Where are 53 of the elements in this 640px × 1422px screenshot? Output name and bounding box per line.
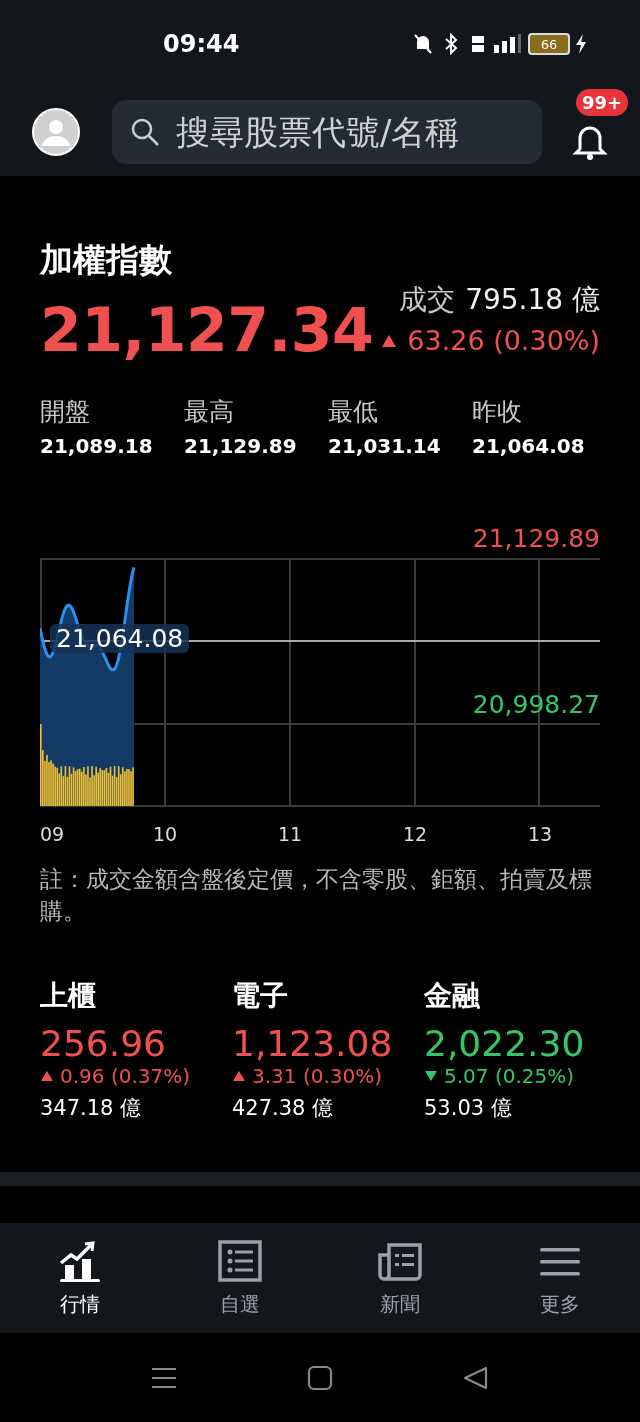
down-triangle-icon [424, 1070, 438, 1083]
notification-badge: 99+ [576, 89, 629, 116]
stat-label: 最高 [184, 396, 235, 428]
up-triangle-icon [381, 333, 398, 348]
nav-tab[interactable]: 自選 [160, 1223, 320, 1333]
back-icon[interactable] [463, 1364, 489, 1391]
hour-label: 10 [152, 823, 178, 845]
index-name: 加權指數 [40, 239, 173, 281]
sub-index-volume: 427.38 億 [232, 1095, 335, 1123]
low-price-label: 20,998.27 [472, 690, 600, 719]
sub-index-change: 3.31 (0.30%) [252, 1064, 383, 1089]
sub-index-price: 1,123.08 [232, 1023, 394, 1065]
stat-value: 21,089.18 [40, 434, 154, 458]
nav-tab[interactable]: 行情 [0, 1223, 160, 1333]
high-price-label: 21,129.89 [471, 524, 600, 555]
hour-label: 12 [402, 823, 428, 845]
stat-value: 21,129.89 [184, 434, 298, 458]
avatar-icon[interactable] [32, 108, 80, 156]
sub-index-volume: 53.03 億 [424, 1095, 513, 1123]
home-icon[interactable] [307, 1364, 333, 1391]
sub-index-change: 5.07 (0.25%) [444, 1064, 575, 1089]
chart-icon [57, 1238, 103, 1285]
sub-index-volume: 347.18 億 [40, 1095, 143, 1123]
stat-label: 昨收 [472, 396, 523, 428]
reference-price-label: 21,064.08 [50, 624, 190, 653]
hour-label: 11 [277, 823, 303, 845]
search-field[interactable]: 搜尋股票代號/名稱 [112, 100, 542, 164]
stat-label: 開盤 [40, 396, 91, 428]
sub-index-name: 金融 [424, 978, 481, 1015]
sub-index-name: 上櫃 [40, 978, 97, 1015]
up-triangle-icon [40, 1070, 54, 1083]
charging-icon [574, 33, 588, 55]
stat-label: 最低 [328, 396, 379, 428]
hour-label: 13 [527, 823, 553, 845]
status-time: 09:44 [163, 30, 240, 58]
volume-label: 成交 [399, 282, 456, 318]
search-icon [130, 117, 160, 147]
sub-index-price: 2,022.30 [424, 1023, 586, 1065]
list-icon [217, 1238, 263, 1285]
nav-tab[interactable]: 更多 [480, 1223, 640, 1333]
stat-value: 21,031.14 [328, 434, 442, 458]
hour-label: 09 [40, 823, 65, 845]
sub-index-change: 0.96 (0.37%) [60, 1064, 191, 1089]
stat-value: 21,064.08 [472, 434, 586, 458]
battery-icon: 66 [528, 33, 570, 55]
index-change: 63.26 (0.30%) [407, 325, 600, 356]
volume-value: 795.18 億 [465, 282, 600, 318]
sub-index-name: 電子 [232, 978, 289, 1015]
nav-tab[interactable]: 新聞 [320, 1223, 480, 1333]
note-text: 註：成交金額含盤後定價，不含零股、鉅額、拍賣及標購。 [40, 865, 593, 927]
sub-index-price: 256.96 [40, 1023, 167, 1065]
up-triangle-icon [232, 1070, 246, 1083]
index-price: 21,127.34 [40, 295, 374, 365]
